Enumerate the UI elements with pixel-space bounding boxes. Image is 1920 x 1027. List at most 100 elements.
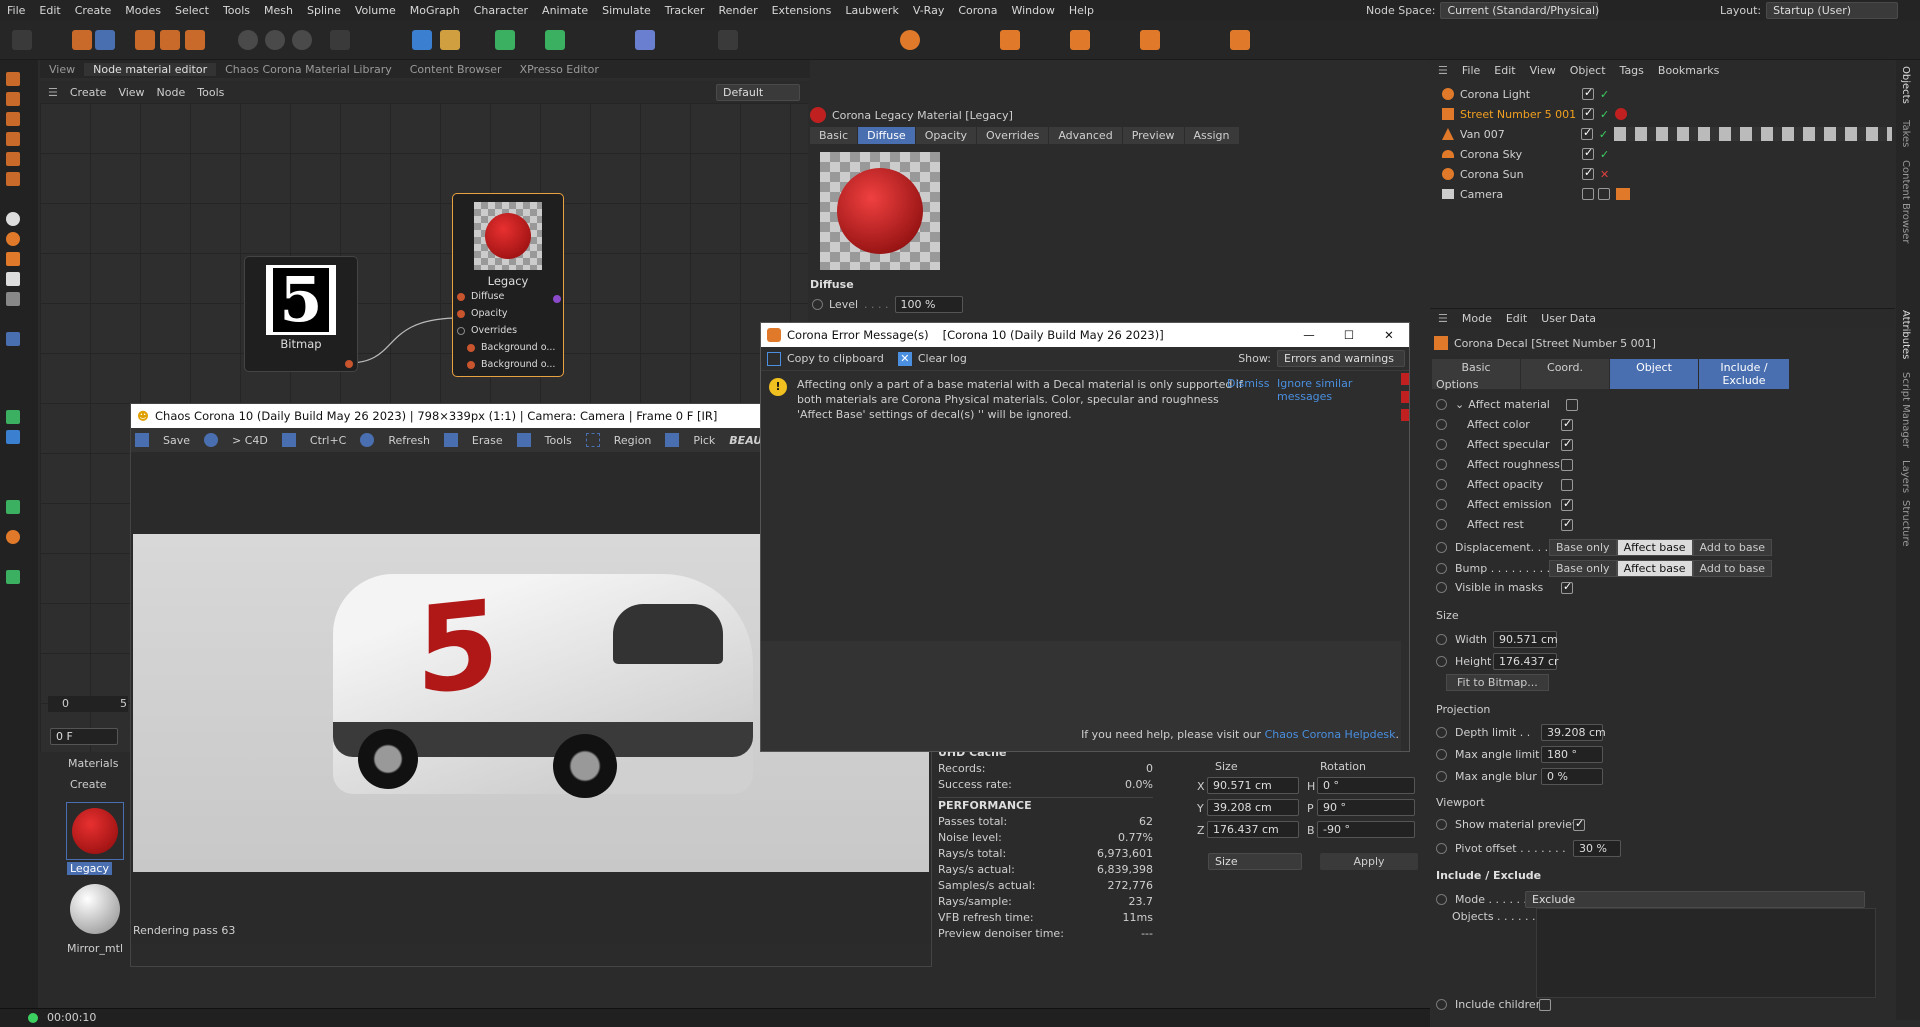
vfb-c4d-button[interactable]: > C4D [222, 434, 278, 447]
light-icon[interactable] [718, 30, 738, 50]
coord-p-field[interactable]: 90 ° [1317, 799, 1415, 816]
port-background-1[interactable]: Background o... [453, 339, 563, 356]
object-row-corona-light[interactable]: Corona Light ✓ [1432, 84, 1892, 104]
node-view-dropdown[interactable]: Default [716, 83, 800, 101]
menu-file[interactable]: File [0, 4, 32, 17]
axis-lock-icon[interactable] [6, 292, 20, 306]
timeline-ruler[interactable]: 0 5 [48, 696, 128, 712]
object-row-corona-sun[interactable]: Corona Sun ✕ [1432, 164, 1892, 184]
om-menu-edit[interactable]: Edit [1494, 64, 1515, 77]
vfb-save-button[interactable]: Save [153, 434, 200, 447]
spreadsheet-icon[interactable] [6, 570, 20, 584]
affect-rest-checkbox[interactable] [1561, 517, 1573, 531]
level-field[interactable]: 100 % [894, 296, 963, 313]
corona-sun-icon[interactable] [1230, 30, 1250, 50]
vfb-tools-button[interactable]: Tools [535, 434, 582, 447]
side-tab-attributes[interactable]: Attributes [1900, 310, 1911, 359]
ignore-similar-link[interactable]: Ignore similar messages [1277, 377, 1409, 403]
corona-camera-icon[interactable] [1070, 30, 1090, 50]
tab-node-material-editor[interactable]: Node material editor [84, 62, 217, 76]
points-icon[interactable] [6, 92, 20, 106]
bitmap-node[interactable]: 5 Bitmap [244, 256, 358, 372]
render-view-icon[interactable] [330, 30, 350, 50]
affect-emission-checkbox[interactable] [1561, 497, 1573, 511]
tab-xpresso-editor[interactable]: XPresso Editor [511, 63, 608, 76]
menu-help[interactable]: Help [1062, 4, 1101, 17]
current-frame-field[interactable]: 0 F [50, 728, 118, 745]
copy-clipboard-button[interactable]: Copy to clipboard [787, 352, 884, 365]
materials-create-menu[interactable]: Create [70, 778, 107, 791]
grid-icon[interactable] [6, 410, 20, 424]
side-tab-takes[interactable]: Takes [1900, 120, 1911, 147]
menu-spline[interactable]: Spline [300, 4, 348, 17]
max-blur-field[interactable]: 0 % [1541, 768, 1603, 785]
node-menu-tools[interactable]: Tools [197, 86, 224, 99]
object-row-van[interactable]: Van 007 ✓ [1432, 124, 1892, 144]
menu-extensions[interactable]: Extensions [765, 4, 839, 17]
width-field[interactable]: 90.571 cm [1493, 631, 1558, 648]
affect-specular-checkbox[interactable] [1561, 437, 1573, 451]
texture-icon[interactable] [6, 172, 20, 186]
bump-affect-base[interactable]: Affect base [1616, 560, 1693, 577]
menu-select[interactable]: Select [168, 4, 216, 17]
port-opacity[interactable]: Opacity [453, 305, 563, 322]
om-menu-object[interactable]: Object [1570, 64, 1606, 77]
menu-tools[interactable]: Tools [216, 4, 257, 17]
menu-mesh[interactable]: Mesh [257, 4, 300, 17]
move-icon[interactable] [95, 30, 115, 50]
max-angle-field[interactable]: 180 ° [1541, 746, 1603, 763]
coord-z-field[interactable]: 176.437 cm [1207, 821, 1299, 838]
corona-tool-icon[interactable] [6, 252, 20, 266]
menu-laubwerk[interactable]: Laubwerk [838, 4, 905, 17]
material-name-mirror[interactable]: Mirror_mtl [67, 942, 123, 955]
material-name-legacy[interactable]: Legacy [67, 862, 112, 875]
material-tag-icon[interactable] [1615, 108, 1628, 120]
side-tab-structure[interactable]: Structure [1900, 500, 1911, 547]
fit-to-bitmap-button[interactable]: Fit to Bitmap... [1446, 674, 1549, 691]
layout-dropdown[interactable]: Startup (User) [1766, 2, 1899, 19]
rotate-icon[interactable] [160, 30, 180, 50]
menu-modes[interactable]: Modes [118, 4, 168, 17]
mat-tab-advanced[interactable]: Advanced [1049, 127, 1122, 144]
coord-y-field[interactable]: 39.208 cm [1207, 799, 1299, 816]
om-menu-bookmarks[interactable]: Bookmarks [1658, 64, 1719, 77]
depth-limit-field[interactable]: 39.208 cm [1541, 724, 1606, 741]
mode-icon[interactable] [6, 72, 20, 86]
displacement-base-only[interactable]: Base only [1549, 539, 1617, 556]
bump-base-only[interactable]: Base only [1549, 560, 1617, 577]
error-scrollbar[interactable] [1401, 373, 1409, 463]
side-tab-content-browser[interactable]: Content Browser [1900, 160, 1911, 243]
tab-corona-material-library[interactable]: Chaos Corona Material Library [216, 63, 401, 76]
material-swatch-mirror[interactable] [66, 880, 124, 938]
minimize-icon[interactable]: — [1289, 328, 1329, 342]
menu-volume[interactable]: Volume [348, 4, 403, 17]
level-animate-icon[interactable] [812, 299, 823, 310]
close-icon[interactable]: ✕ [1369, 328, 1409, 342]
attr-menu-edit[interactable]: Edit [1506, 312, 1527, 325]
menu-edit[interactable]: Edit [32, 4, 67, 17]
mat-tab-basic[interactable]: Basic [810, 127, 858, 144]
materials-tab[interactable]: Materials [68, 757, 118, 770]
side-tab-layers[interactable]: Layers [1900, 460, 1911, 493]
object-row-street-number[interactable]: Street Number 5 001 ✓ [1432, 104, 1892, 124]
object-row-camera[interactable]: Camera [1432, 184, 1892, 204]
port-diffuse[interactable]: Diffuse [453, 288, 563, 305]
include-children-checkbox[interactable] [1539, 998, 1551, 1011]
vfb-copy-button[interactable]: Ctrl+C [300, 434, 356, 447]
menu-simulate[interactable]: Simulate [595, 4, 658, 17]
mat-tab-diffuse[interactable]: Diffuse [858, 127, 915, 144]
affect-opacity-checkbox[interactable] [1561, 478, 1573, 491]
hamburger-icon[interactable]: ☰ [1438, 64, 1448, 77]
axis-x-icon[interactable] [238, 30, 258, 50]
workplane-icon[interactable] [6, 232, 20, 246]
helpdesk-link[interactable]: Chaos Corona Helpdesk [1265, 728, 1396, 741]
menu-render[interactable]: Render [711, 4, 764, 17]
bump-add-to-base[interactable]: Add to base [1692, 560, 1773, 577]
attr-menu-userdata[interactable]: User Data [1541, 312, 1596, 325]
menu-create[interactable]: Create [68, 4, 119, 17]
vfb-beauty-tab[interactable]: BEAU [729, 434, 762, 447]
generator-icon[interactable] [495, 30, 515, 50]
show-preview-checkbox[interactable] [1573, 817, 1585, 831]
render-region-icon[interactable] [6, 272, 20, 286]
clear-log-button[interactable]: Clear log [918, 352, 967, 365]
